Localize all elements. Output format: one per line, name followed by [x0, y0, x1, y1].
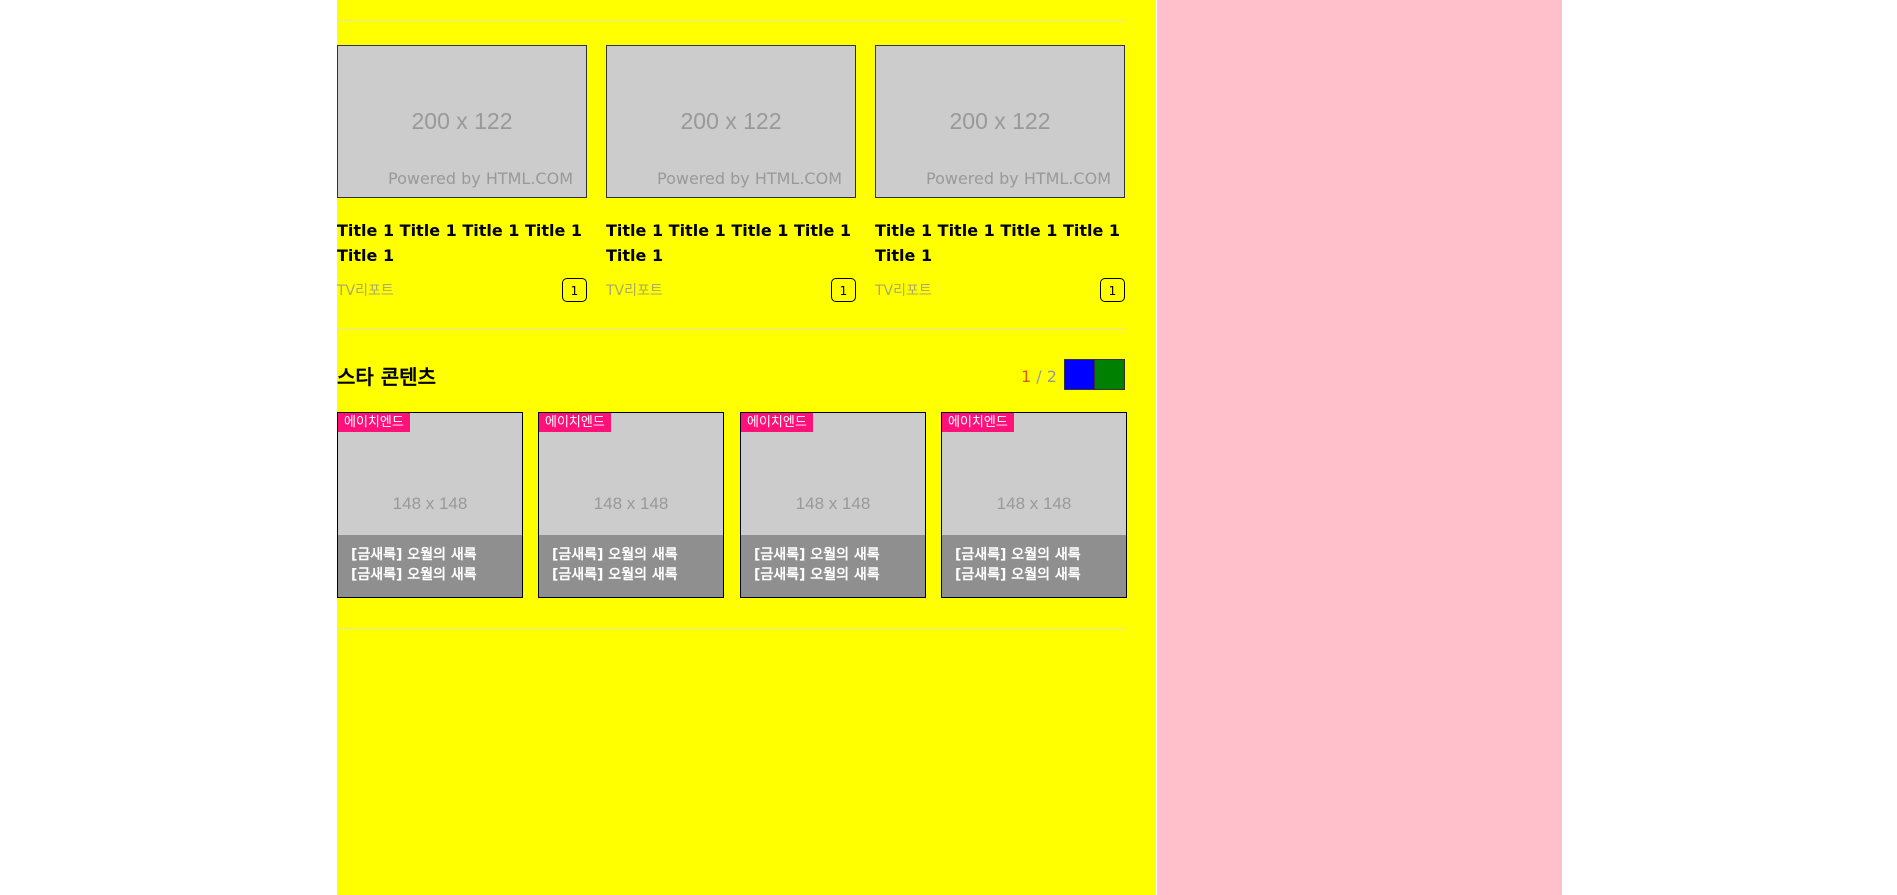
top-divider	[337, 20, 1125, 21]
article-card[interactable]: 200 x 122 Powered by HTML.COM Title 1 Ti…	[606, 45, 856, 302]
comment-count-badge: 1	[562, 278, 587, 302]
star-content-heading: 스타 콘텐츠	[337, 365, 436, 389]
article-thumbnail[interactable]: 200 x 122 Powered by HTML.COM	[337, 45, 587, 198]
article-meta: TV리포트 1	[337, 278, 587, 302]
thumbnail-powered-text: Powered by HTML.COM	[926, 169, 1111, 188]
article-meta: TV리포트 1	[875, 278, 1125, 302]
thumbnail-powered-text: Powered by HTML.COM	[657, 169, 842, 188]
caption-line: [금새록] 오월의 새록	[955, 547, 1081, 563]
thumbnail-size-text: 200 x 122	[680, 108, 782, 134]
caption-line: [금새록] 오월의 새록	[552, 567, 678, 583]
agency-badge: 에이치엔드	[539, 413, 611, 432]
article-thumbnail[interactable]: 200 x 122 Powered by HTML.COM	[875, 45, 1125, 198]
star-caption[interactable]: [금새록] 오월의 새록 [금새록] 오월의 새록	[338, 535, 522, 597]
article-meta: TV리포트 1	[606, 278, 856, 302]
star-thumbnail-size-text: 148 x 148	[593, 494, 669, 513]
prev-page-button[interactable]	[1064, 359, 1095, 390]
agency-badge: 에이치엔드	[942, 413, 1014, 432]
next-page-button[interactable]	[1094, 359, 1125, 390]
star-thumbnail-size-text: 148 x 148	[392, 494, 468, 513]
agency-badge: 에이치엔드	[741, 413, 813, 432]
caption-line: [금새록] 오월의 새록	[552, 547, 678, 563]
comment-count-badge: 1	[831, 278, 856, 302]
section-divider	[337, 328, 1125, 329]
pager-separator: /	[1031, 367, 1047, 386]
thumbnail-powered-text: Powered by HTML.COM	[388, 169, 573, 188]
caption-line: [금새록] 오월의 새록	[351, 567, 477, 583]
article-title[interactable]: Title 1 Title 1 Title 1 Title 1 Title 1	[875, 218, 1125, 268]
star-thumbnail-size-text: 148 x 148	[996, 494, 1072, 513]
article-title[interactable]: Title 1 Title 1 Title 1 Title 1 Title 1	[606, 218, 856, 268]
agency-badge: 에이치엔드	[338, 413, 410, 432]
article-title[interactable]: Title 1 Title 1 Title 1 Title 1 Title 1	[337, 218, 587, 268]
caption-line: [금새록] 오월의 새록	[351, 547, 477, 563]
star-thumbnail-size-text: 148 x 148	[795, 494, 871, 513]
caption-line: [금새록] 오월의 새록	[754, 567, 880, 583]
article-card[interactable]: 200 x 122 Powered by HTML.COM Title 1 Ti…	[875, 45, 1125, 302]
article-category[interactable]: TV리포트	[875, 280, 932, 300]
comment-count-badge: 1	[1100, 278, 1125, 302]
sidebar-column	[1157, 0, 1562, 895]
article-thumbnail[interactable]: 200 x 122 Powered by HTML.COM	[606, 45, 856, 198]
star-content-item[interactable]: 148 x 148 에이치엔드 [금새록] 오월의 새록 [금새록] 오월의 새…	[740, 412, 926, 598]
star-content-item[interactable]: 148 x 148 에이치엔드 [금새록] 오월의 새록 [금새록] 오월의 새…	[538, 412, 724, 598]
star-caption[interactable]: [금새록] 오월의 새록 [금새록] 오월의 새록	[741, 535, 925, 597]
article-category[interactable]: TV리포트	[337, 280, 394, 300]
article-category[interactable]: TV리포트	[606, 280, 663, 300]
article-card[interactable]: 200 x 122 Powered by HTML.COM Title 1 Ti…	[337, 45, 587, 302]
main-column: 200 x 122 Powered by HTML.COM Title 1 Ti…	[337, 0, 1156, 895]
star-content-item[interactable]: 148 x 148 에이치엔드 [금새록] 오월의 새록 [금새록] 오월의 새…	[337, 412, 523, 598]
thumbnail-size-text: 200 x 122	[949, 108, 1051, 134]
thumbnail-size-text: 200 x 122	[411, 108, 513, 134]
star-caption[interactable]: [금새록] 오월의 새록 [금새록] 오월의 새록	[539, 535, 723, 597]
pager-total: 2	[1046, 367, 1057, 386]
caption-line: [금새록] 오월의 새록	[754, 547, 880, 563]
pager-current: 1	[1021, 367, 1032, 386]
bottom-divider	[337, 628, 1125, 629]
pager-indicator: 1 / 2	[1021, 367, 1057, 386]
star-caption[interactable]: [금새록] 오월의 새록 [금새록] 오월의 새록	[942, 535, 1126, 597]
star-content-item[interactable]: 148 x 148 에이치엔드 [금새록] 오월의 새록 [금새록] 오월의 새…	[941, 412, 1127, 598]
caption-line: [금새록] 오월의 새록	[955, 567, 1081, 583]
